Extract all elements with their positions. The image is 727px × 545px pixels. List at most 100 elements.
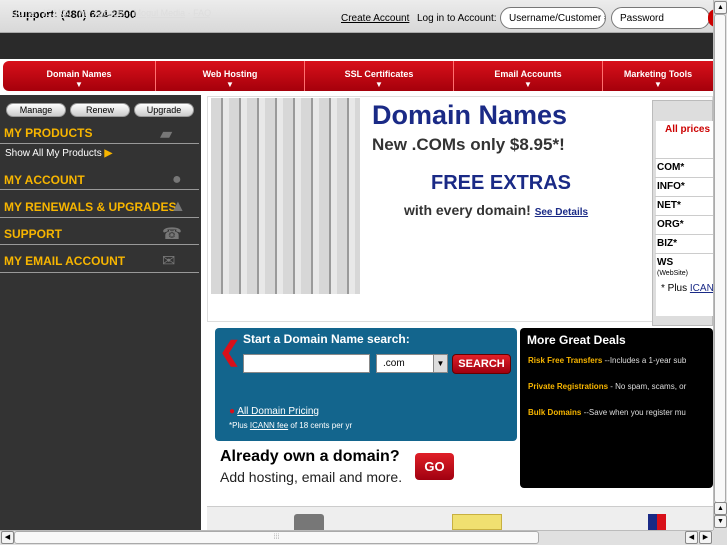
plus-pre: *Plus [229, 421, 248, 430]
deal-item[interactable]: Private Registrations - No spam, scams, … [528, 382, 713, 391]
divider [655, 253, 713, 254]
all-pricing-row: ● All Domain Pricing [229, 406, 319, 417]
nav-label: Email Accounts [494, 69, 562, 79]
search-button[interactable]: SEARCH [452, 354, 511, 374]
sidebar-my-products[interactable]: MY PRODUCTS [4, 126, 92, 140]
deal-desc: - No spam, scams, or [610, 382, 687, 391]
divider [655, 177, 713, 178]
upgrade-arrow-icon: ▲ [170, 198, 186, 215]
link-mogul-media[interactable]: Mogul Media [134, 8, 186, 18]
sidebar-my-account[interactable]: MY ACCOUNT [4, 173, 85, 187]
tld-ws-sub: (WebSite) [657, 270, 688, 277]
nav-label: Domain Names [46, 69, 112, 79]
vertical-scroll-thumb[interactable] [714, 14, 726, 503]
scroll-down-icon[interactable]: ▼ [714, 515, 727, 528]
divider [0, 143, 199, 144]
chevron-down-icon: ▼ [75, 80, 83, 89]
phone-icon: ☎ [162, 226, 182, 243]
envelope-icon: ✉ [162, 253, 176, 270]
divider [0, 272, 199, 273]
divider [655, 234, 713, 235]
search-title: Start a Domain Name search: [243, 332, 410, 346]
create-account-link[interactable]: Create Account [341, 13, 409, 24]
deal-name: Bulk Domains [528, 408, 582, 417]
tld-info: INFO* [657, 181, 685, 192]
products-icon: ▰ [160, 126, 173, 143]
deal-item[interactable]: Risk Free Transfers --Includes a 1-year … [528, 356, 713, 365]
divider [655, 196, 713, 197]
show-all-products-link[interactable]: Show All My Products ▶ [5, 148, 112, 159]
chevron-down-icon: ▼ [524, 80, 532, 89]
deal-desc: --Includes a 1-year sub [604, 356, 687, 365]
username-field[interactable]: Username/Customer # [500, 7, 606, 29]
go-button[interactable]: GO [415, 453, 454, 480]
scroll-left-icon[interactable]: ◀ [1, 531, 14, 544]
divider [0, 244, 199, 245]
promo-price: New .COMs only $8.95*! [372, 135, 565, 154]
bullet-icon: ● [229, 406, 236, 417]
nav-label: SSL Certificates [344, 69, 414, 79]
horizontal-scroll-thumb[interactable]: ⁞⁞⁞ [14, 531, 539, 544]
marketing-chart-icon [648, 514, 666, 530]
nav-email[interactable]: Email Accounts ▼ [454, 61, 603, 91]
tld-ws: WS [657, 257, 674, 268]
link-home[interactable]: Home [11, 8, 35, 18]
icann-fee-note: *Plus ICANN fee of 18 cents per yr [229, 421, 352, 430]
scroll-right-icon[interactable]: ▶ [699, 531, 712, 544]
price-table-header: All prices [665, 124, 711, 135]
promo-title: Domain Names [372, 100, 568, 130]
promo-free-extras: FREE EXTRAS [431, 172, 572, 194]
main-nav: Domain Names ▼ Web Hosting ▼ SSL Certifica… [3, 61, 713, 91]
plus-post: of 18 cents per yr [290, 421, 353, 430]
chevron-down-icon: ▼ [226, 80, 234, 89]
sidebar-support[interactable]: SUPPORT [4, 227, 62, 241]
tld-org: ORG* [657, 219, 684, 230]
link-faq[interactable]: FAQ [193, 8, 211, 18]
tld-biz: BIZ* [657, 238, 677, 249]
chevron-down-icon: ▼ [654, 80, 662, 89]
icann-fee-link[interactable]: ICANN fee [250, 421, 288, 430]
password-field[interactable]: Password [611, 7, 710, 29]
divider [0, 217, 199, 218]
nav-label: Web Hosting [202, 69, 258, 79]
already-own-title: Already own a domain? [220, 448, 400, 465]
all-pricing-link[interactable]: All Domain Pricing [237, 406, 319, 417]
manage-button[interactable]: Manage [6, 103, 66, 117]
scroll-left-icon[interactable]: ◀ [685, 531, 698, 544]
show-all-label: Show All My Products [5, 148, 102, 159]
divider [655, 215, 713, 216]
scroll-up-icon[interactable]: ▲ [714, 1, 727, 14]
link-my-account[interactable]: My Account [79, 8, 126, 18]
renew-button[interactable]: Renew [70, 103, 130, 117]
deal-name: Private Registrations [528, 382, 609, 391]
deals-title: More Great Deals [527, 333, 626, 347]
nav-marketing[interactable]: Marketing Tools ▼ [603, 61, 713, 91]
tld-net: NET* [657, 200, 681, 211]
deal-item[interactable]: Bulk Domains --Save when you register mu [528, 408, 713, 417]
arrow-right-icon: ▶ [104, 148, 113, 159]
nav-label: Marketing Tools [623, 69, 693, 79]
sidebar-email[interactable]: MY EMAIL ACCOUNT [4, 254, 125, 268]
domain-search-input[interactable] [243, 354, 370, 373]
scroll-up-icon[interactable]: ▲ [714, 502, 727, 515]
divider [655, 158, 713, 159]
plus-text: * Plus [661, 283, 688, 294]
upgrade-button[interactable]: Upgrade [134, 103, 194, 117]
sidebar-renewals[interactable]: MY RENEWALS & UPGRADES [4, 200, 176, 214]
envelope-icon [452, 514, 502, 530]
nav-web-hosting[interactable]: Web Hosting ▼ [156, 61, 305, 91]
server-image [211, 98, 360, 294]
user-icon: ● [172, 171, 182, 188]
see-details-link[interactable]: See Details [535, 207, 588, 218]
with-every-text: with every domain! [404, 202, 531, 218]
curved-arrow-icon: ❮ [219, 336, 241, 366]
link-icann[interactable]: ICANN [43, 8, 71, 18]
tld-com: COM* [657, 162, 685, 173]
links-bar [0, 33, 713, 59]
already-own-sub: Add hosting, email and more. [220, 469, 403, 485]
nav-ssl[interactable]: SSL Certificates ▼ [305, 61, 454, 91]
nav-domain-names[interactable]: Domain Names ▼ [3, 61, 156, 91]
deal-name: Risk Free Transfers [528, 356, 603, 365]
chevron-down-icon: ▼ [375, 80, 383, 89]
chevron-down-icon[interactable]: ▼ [433, 354, 448, 373]
